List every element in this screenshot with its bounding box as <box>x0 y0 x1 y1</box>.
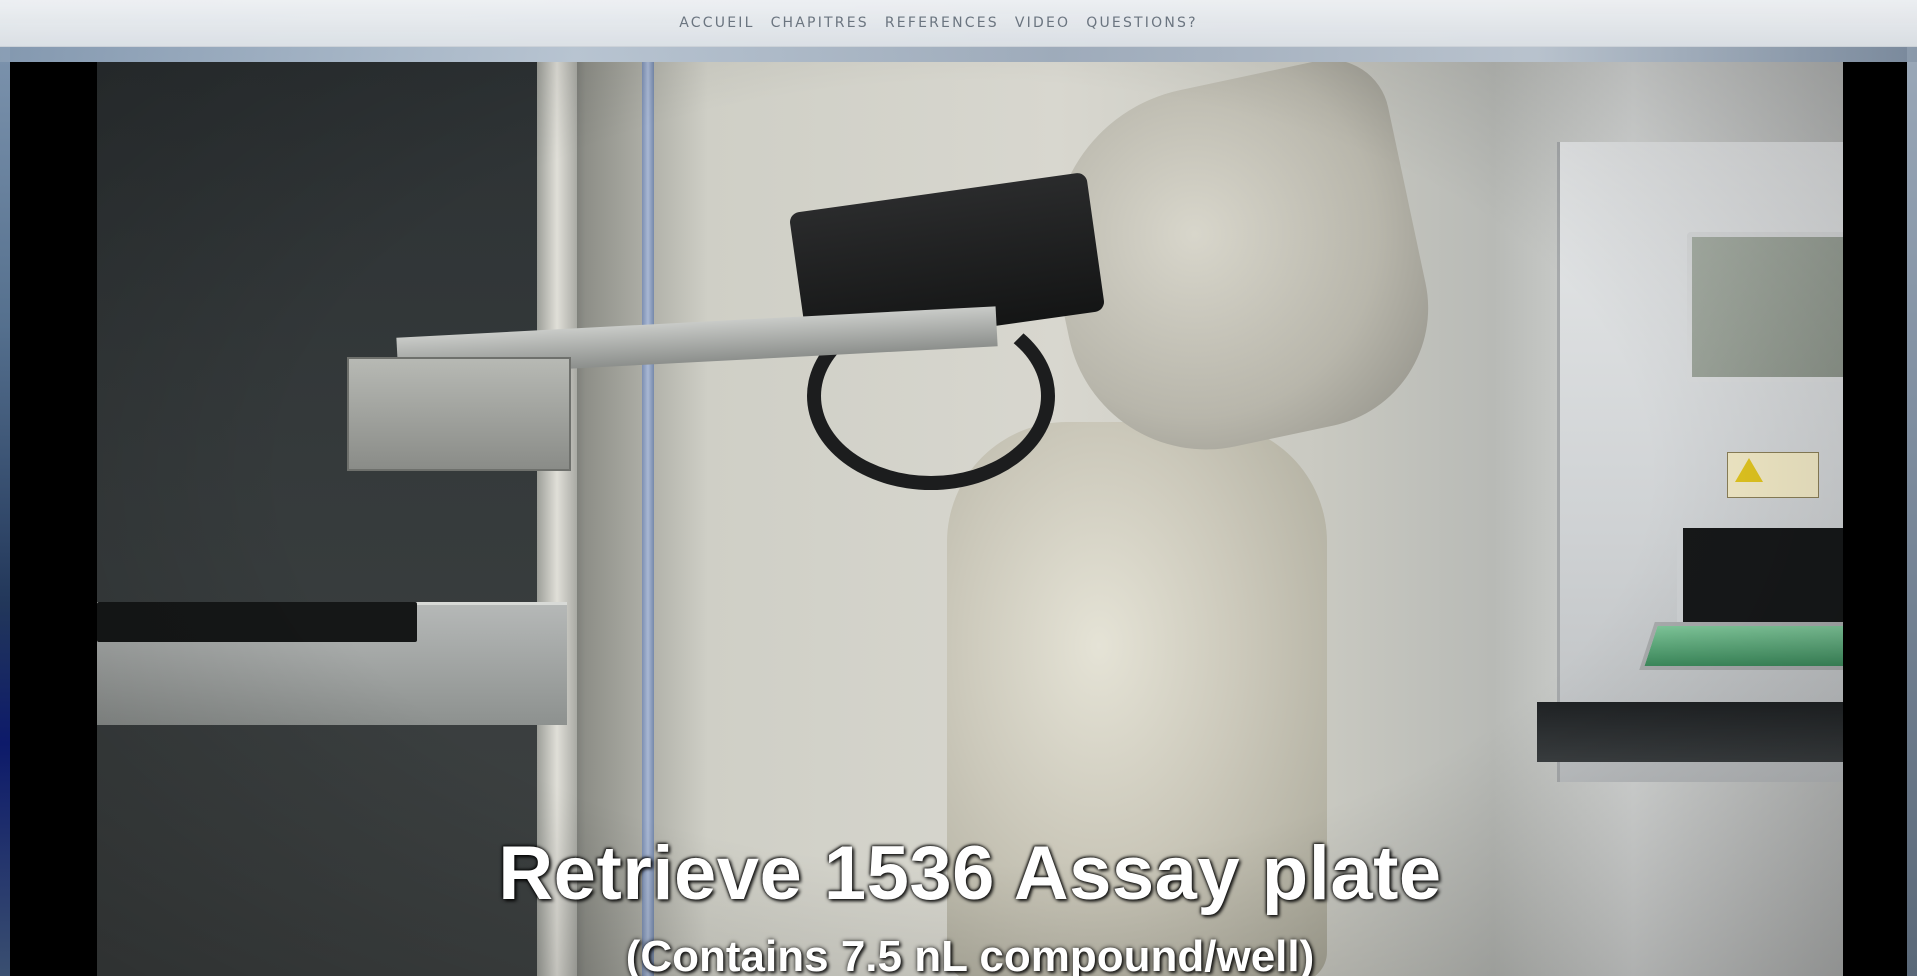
video-caption-main: Retrieve 1536 Assay plate <box>498 831 1442 916</box>
nav-item-video[interactable]: VIDEO <box>1007 15 1078 31</box>
nav-item-chapitres[interactable]: CHAPITRES <box>763 15 877 31</box>
video-player[interactable]: Retrieve 1536 Assay plate (Contains 7.5 … <box>10 62 1907 976</box>
video-caption-sub: (Contains 7.5 nL compound/well) <box>625 932 1315 976</box>
video-frame-image[interactable]: Retrieve 1536 Assay plate (Contains 7.5 … <box>97 62 1843 976</box>
nav-list: ACCUEIL CHAPITRES REFERENCES VIDEO QUEST… <box>671 15 1205 31</box>
background-right-edge <box>1907 46 1917 976</box>
page: ACCUEIL CHAPITRES REFERENCES VIDEO QUEST… <box>0 0 1917 976</box>
nav-shadow-strip <box>0 46 1917 62</box>
background-left-edge <box>0 46 10 976</box>
nav-item-questions[interactable]: QUESTIONS? <box>1078 15 1206 31</box>
nav-item-references[interactable]: REFERENCES <box>877 15 1007 31</box>
top-navigation: ACCUEIL CHAPITRES REFERENCES VIDEO QUEST… <box>0 0 1917 47</box>
nav-item-accueil[interactable]: ACCUEIL <box>671 15 762 31</box>
